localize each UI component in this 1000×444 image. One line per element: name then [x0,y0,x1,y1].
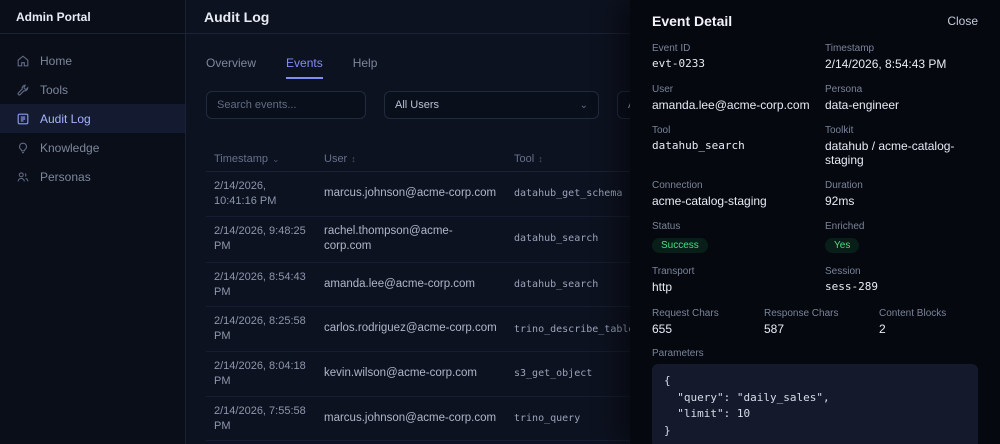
stat-content-blocks: Content Blocks 2 [879,308,947,336]
field-persona: Persona data-engineer [825,84,900,112]
audit-log-icon [16,112,30,126]
search-input[interactable] [206,91,366,119]
sidebar-item-home[interactable]: Home [0,46,185,75]
parameters-code-block: { "query": "daily_sales", "limit": 10 } [652,364,978,444]
tab-overview[interactable]: Overview [206,56,256,79]
user-filter-value: All Users [395,99,440,111]
field-duration: Duration 92ms [825,180,863,208]
sidebar-item-label: Audit Log [40,111,91,126]
event-detail-title: Event Detail [652,13,733,29]
status-badge: Success [652,238,708,253]
sidebar-item-knowledge[interactable]: Knowledge [0,133,185,162]
sidebar-item-label: Tools [40,82,69,97]
sidebar-item-audit-log[interactable]: Audit Log [0,104,185,133]
sort-icon: ⌄ [272,154,280,164]
home-icon [16,54,30,68]
sidebar-item-label: Knowledge [40,140,100,155]
field-status: Status Success [652,221,825,253]
user-filter-select[interactable]: All Users ⌄ [384,91,599,119]
tab-events[interactable]: Events [286,56,323,79]
column-header-user[interactable]: User ↕ [316,147,506,172]
field-user: User amanda.lee@acme-corp.com [652,84,810,112]
app-title: Admin Portal [0,0,185,34]
people-icon [16,170,30,184]
sort-icon: ↕ [351,154,356,164]
wrench-icon [16,83,30,97]
field-toolkit: Toolkit datahub / acme-catalog-staging [825,125,955,167]
field-transport: Transport http [652,266,695,294]
field-connection: Connection acme-catalog-staging [652,180,767,208]
stat-response-chars: Response Chars 587 [764,308,839,336]
event-detail-fields: Event ID evt-0233 Timestamp 2/14/2026, 8… [652,43,978,294]
event-detail-stats: Request Chars 655 Response Chars 587 Con… [652,308,978,336]
event-detail-panel: Event Detail Close Event ID evt-0233 Tim… [630,0,1000,444]
field-timestamp: Timestamp 2/14/2026, 8:54:43 PM [825,43,947,71]
parameters-section: Parameters { "query": "daily_sales", "li… [652,348,978,444]
sidebar-item-personas[interactable]: Personas [0,162,185,191]
event-detail-header: Event Detail Close [652,13,978,29]
sidebar: Admin Portal Home Tools Audit Log Knowle… [0,0,186,444]
column-header-timestamp[interactable]: Timestamp ⌄ [206,147,316,172]
sidebar-item-tools[interactable]: Tools [0,75,185,104]
lightbulb-icon [16,141,30,155]
close-button[interactable]: Close [947,14,978,28]
parameters-label: Parameters [652,348,704,359]
app-root: Admin Portal Home Tools Audit Log Knowle… [0,0,1000,444]
sidebar-item-label: Personas [40,169,91,184]
chevron-down-icon: ⌄ [579,99,588,111]
sort-icon: ↕ [538,154,543,164]
field-enriched: Enriched Yes [825,221,865,253]
field-tool: Tool datahub_search [652,125,745,152]
field-session: Session sess-289 [825,266,878,293]
enriched-badge: Yes [825,238,860,253]
tab-help[interactable]: Help [353,56,378,79]
field-event-id: Event ID evt-0233 [652,43,705,70]
stat-request-chars: Request Chars 655 [652,308,719,336]
sidebar-item-label: Home [40,53,73,68]
sidebar-nav: Home Tools Audit Log Knowledge Personas [0,34,185,191]
